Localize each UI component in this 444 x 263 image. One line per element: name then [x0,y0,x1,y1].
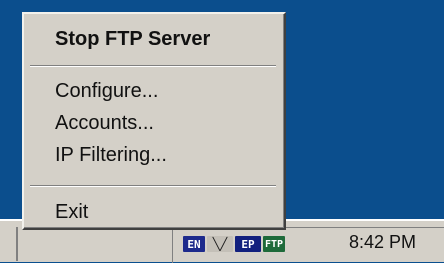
menu-separator [30,65,276,67]
tray-icons: EN ╲╱ EP FTP [183,234,285,254]
menu-separator [30,185,276,187]
system-tray: EN ╲╱ EP FTP 8:42 PM [172,227,444,263]
context-menu: Stop FTP Server Configure... Accounts...… [22,12,286,230]
clock[interactable]: 8:42 PM [349,232,416,253]
menu-item-stop-ftp-server[interactable]: Stop FTP Server [26,24,282,54]
menu-item-exit[interactable]: Exit [26,197,282,227]
keyboard-layout-icon[interactable]: EP [235,236,261,252]
language-icon[interactable]: EN [183,236,205,252]
taskbar-button[interactable] [0,227,18,261]
menu-item-configure[interactable]: Configure... [26,76,282,106]
ftp-server-icon[interactable]: FTP [263,236,285,252]
network-icon[interactable]: ╲╱ [207,236,233,252]
menu-item-ip-filtering[interactable]: IP Filtering... [26,140,282,170]
menu-item-accounts[interactable]: Accounts... [26,108,282,138]
